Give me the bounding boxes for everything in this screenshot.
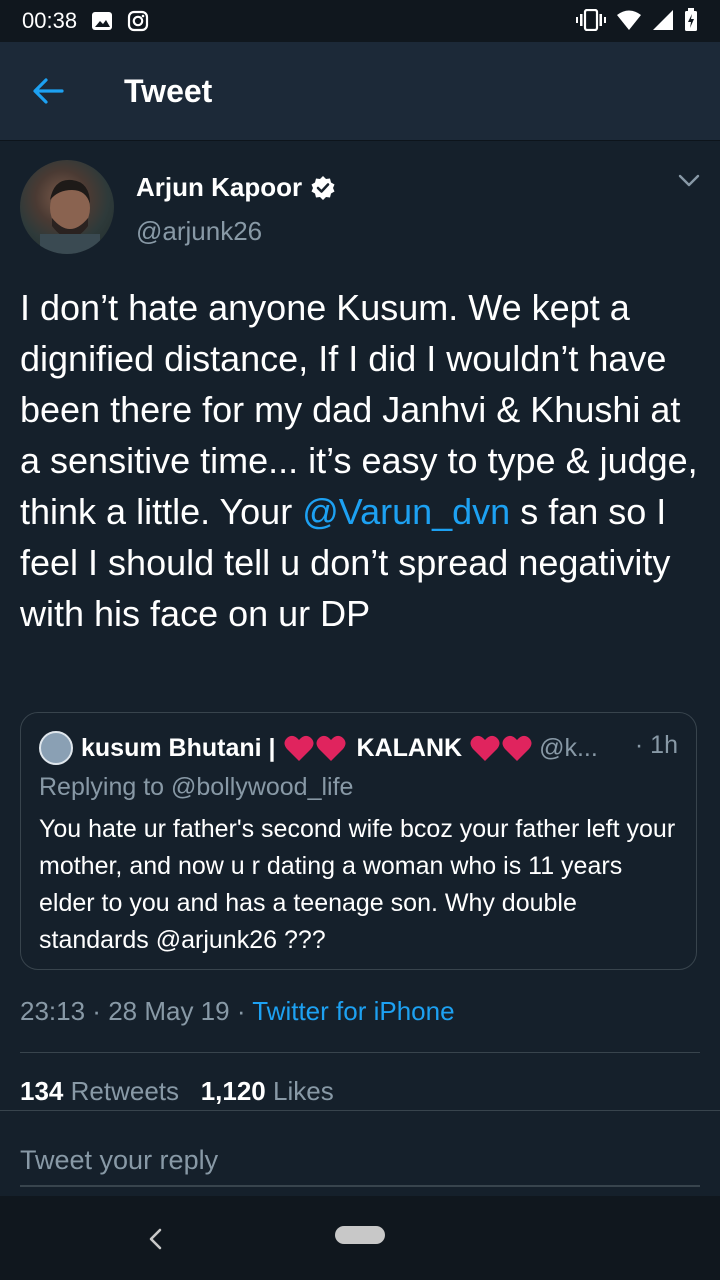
nav-back-button[interactable] xyxy=(140,1224,170,1254)
nav-home-pill[interactable] xyxy=(335,1226,385,1244)
system-nav-bar xyxy=(0,1196,720,1280)
signal-icon xyxy=(652,9,674,36)
tweet-time: 23:13 xyxy=(20,996,86,1026)
back-button[interactable] xyxy=(18,61,78,121)
quoted-author-avatar xyxy=(39,731,73,765)
chevron-down-icon[interactable] xyxy=(678,174,700,193)
battery-icon xyxy=(684,8,698,37)
author-avatar[interactable] xyxy=(20,160,114,254)
quoted-author-name-part2: KALANK xyxy=(356,733,463,762)
quoted-tweet-text: You hate ur father's second wife bcoz yo… xyxy=(39,815,676,954)
wifi-icon xyxy=(616,9,642,36)
stats-divider xyxy=(20,1052,700,1053)
retweets-count: 134 xyxy=(20,1076,64,1106)
likes-stat[interactable]: 1,120 Likes xyxy=(201,1076,334,1106)
quoted-tweet[interactable]: kusum Bhutani | KALANK @k... · 1h Replyi… xyxy=(20,712,697,970)
tweet-meta: 23:13 · 28 May 19 · Twitter for iPhone xyxy=(20,996,455,1026)
quoted-tweet-time: · 1h xyxy=(634,731,678,759)
author-handle[interactable]: @arjunk26 xyxy=(136,216,262,247)
retweets-label: Retweets xyxy=(70,1076,180,1106)
heart-icon xyxy=(284,735,314,762)
page-title: Tweet xyxy=(124,72,213,109)
mention-link[interactable]: @Varun_dvn xyxy=(302,491,510,532)
heart-icon xyxy=(502,735,532,762)
status-time: 00:38 xyxy=(22,8,78,33)
quoted-tweet-header: kusum Bhutani | KALANK @k... xyxy=(39,731,598,765)
back-arrow-icon xyxy=(33,78,64,104)
tweet-stats: 134 Retweets 1,120 Likes xyxy=(20,1076,334,1107)
reply-bar xyxy=(0,1110,720,1197)
image-icon xyxy=(91,10,113,32)
heart-icon xyxy=(316,735,346,762)
quoted-author-name-part1: kusum Bhutani | xyxy=(81,733,276,762)
app-bar-divider xyxy=(0,140,720,141)
reply-input[interactable] xyxy=(20,1135,700,1187)
tweet-author: Arjun Kapoor @arjunk26 xyxy=(20,160,700,260)
author-name-text: Arjun Kapoor xyxy=(136,172,303,202)
author-name[interactable]: Arjun Kapoor xyxy=(136,172,336,203)
instagram-icon xyxy=(127,10,149,32)
status-bar: 00:38 xyxy=(0,0,720,42)
likes-label: Likes xyxy=(273,1076,334,1106)
likes-count: 1,120 xyxy=(200,1076,266,1106)
verified-badge-icon xyxy=(310,175,336,201)
chevron-left-icon xyxy=(149,1228,162,1250)
replying-to: Replying to @bollywood_life xyxy=(39,773,354,801)
vibrate-icon xyxy=(576,8,606,36)
heart-icon xyxy=(470,735,500,762)
app-bar: Tweet xyxy=(0,42,720,140)
tweet-text: I don’t hate anyone Kusum. We kept a dig… xyxy=(20,282,700,639)
retweets-stat[interactable]: 134 Retweets xyxy=(20,1076,179,1106)
tweet-date: 28 May 19 xyxy=(108,996,230,1026)
quoted-author-handle: @k... xyxy=(539,733,598,762)
tweet-source-link[interactable]: Twitter for iPhone xyxy=(252,996,454,1026)
